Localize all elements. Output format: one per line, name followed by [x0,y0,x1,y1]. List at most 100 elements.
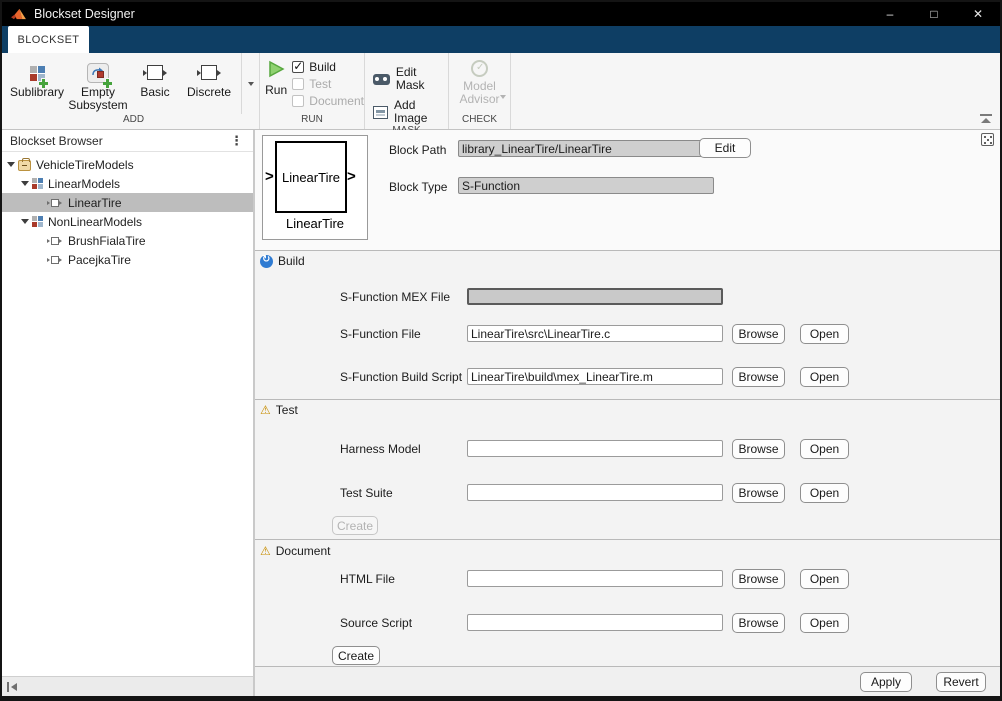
sfunction-build-script-field[interactable] [467,368,723,385]
tree-item-brushfialatire[interactable]: BrushFialaTire [2,231,253,250]
run-button[interactable]: Run [260,53,292,114]
library-icon [18,160,31,171]
edit-block-path-button[interactable]: Edit [699,138,751,158]
checkbox-label: Test [309,77,331,91]
image-icon [373,106,388,119]
source-script-field[interactable] [467,614,723,631]
test-suite-field[interactable] [467,484,723,501]
test-section-title: Test [276,403,298,417]
discrete-block-icon [196,60,222,86]
input-port-icon: > [265,168,274,185]
test-suite-open-button[interactable]: Open [800,483,849,503]
test-create-button: Create [332,516,378,535]
harness-model-open-button[interactable]: Open [800,439,849,459]
ribbon-section-add: Sublibrary Empty Subsystem Basic [8,53,260,129]
scroll-to-start-icon[interactable] [7,682,18,692]
test-checkbox: Test [292,77,364,91]
caret-down-icon[interactable] [7,162,15,167]
tree-item-label: PacejkaTire [66,253,131,267]
build-script-open-button[interactable]: Open [800,367,849,387]
html-file-browse-button[interactable]: Browse [732,569,785,589]
tree-item-lineartire[interactable]: LinearTire [2,193,253,212]
tree-item-label: LinearModels [46,177,120,191]
model-advisor-label: Model Advisor [454,80,506,106]
html-file-field[interactable] [467,570,723,587]
plus-badge-icon [39,79,48,88]
add-sublibrary-button[interactable]: Sublibrary [8,53,66,114]
block-properties-panel: LinearTire > > LinearTire Block Path Edi… [255,130,1000,696]
tree-item-pacejkatire[interactable]: PacejkaTire [2,250,253,269]
properties-footer: Apply Revert [255,666,1000,696]
block-header-area: LinearTire > > LinearTire Block Path Edi… [255,130,1000,250]
add-empty-subsystem-button[interactable]: Empty Subsystem [66,53,130,114]
tree-item-linearmodels[interactable]: LinearModels [2,174,253,193]
sfunction-file-label: S-Function File [340,327,421,341]
sfunction-mex-file-label: S-Function MEX File [340,290,450,304]
matlab-logo-icon [11,8,26,21]
kebab-menu-icon[interactable]: ⋮ [230,136,243,146]
ribbon-section-run: Run Build Test Document [260,53,365,129]
block-path-label: Block Path [389,143,446,157]
add-discrete-button[interactable]: Discrete [180,53,238,114]
tree-item-vehicletiremodels[interactable]: VehicleTireModels [2,155,253,174]
apply-button[interactable]: Apply [860,672,912,692]
sublibrary-icon [30,60,45,86]
build-section: Build S-Function MEX File S-Function Fil… [255,250,1000,399]
close-button[interactable]: ✕ [956,2,1000,26]
build-checkbox[interactable]: Build [292,60,364,74]
chevron-down-icon [500,95,506,99]
revert-button[interactable]: Revert [936,672,986,692]
sublibrary-icon [32,178,43,189]
source-script-open-button[interactable]: Open [800,613,849,633]
harness-model-browse-button[interactable]: Browse [732,439,785,459]
caret-down-icon[interactable] [21,219,29,224]
test-suite-browse-button[interactable]: Browse [732,483,785,503]
ribbon-section-label: ADD [8,114,259,129]
tree-item-nonlinearmodels[interactable]: NonLinearModels [2,212,253,231]
main-area: Blockset Browser ⋮ VehicleTireModels Lin… [2,130,1000,696]
browser-header: Blockset Browser ⋮ [2,130,253,152]
sfunction-file-field[interactable] [467,325,723,342]
caret-down-icon[interactable] [21,181,29,186]
add-item-label: Basic [140,86,169,99]
block-preview: LinearTire > > LinearTire [262,135,368,240]
browser-title: Blockset Browser [10,134,230,148]
add-item-label: Sublibrary [10,86,64,99]
checkbox-label: Document [309,94,364,108]
document-create-button[interactable]: Create [332,646,380,665]
output-port-icon: > [347,168,356,185]
empty-subsystem-icon [87,60,109,86]
tree-item-label: BrushFialaTire [66,234,146,248]
sfunction-file-browse-button[interactable]: Browse [732,324,785,344]
sfunction-mex-file-field [467,288,723,305]
add-image-button[interactable]: Add Image [373,99,448,125]
harness-model-field[interactable] [467,440,723,457]
build-section-title: Build [278,254,305,268]
mask-item-label: Add Image [394,99,448,125]
harness-model-label: Harness Model [340,442,421,456]
expand-panel-icon[interactable] [981,133,994,146]
block-preview-text: LinearTire [282,170,340,185]
collapse-ribbon-icon[interactable] [980,114,992,124]
document-checkbox: Document [292,94,364,108]
maximize-button[interactable]: □ [912,2,956,26]
test-suite-label: Test Suite [340,486,393,500]
app-window: Blockset Designer – □ ✕ BLOCKSET Sublibr… [0,0,1002,701]
ribbon-section-check: Model Advisor CHECK [449,53,511,129]
edit-mask-button[interactable]: Edit Mask [373,66,448,92]
document-section: Document HTML File Browse Open Source Sc… [255,539,1000,666]
browser-horizontal-scrollbar[interactable] [2,676,253,696]
source-script-browse-button[interactable]: Browse [732,613,785,633]
sfunction-file-open-button[interactable]: Open [800,324,849,344]
basic-block-icon [142,60,168,86]
add-basic-button[interactable]: Basic [130,53,180,114]
block-icon [47,198,63,208]
minimize-button[interactable]: – [868,2,912,26]
add-gallery-dropdown-button[interactable] [241,53,259,114]
html-file-open-button[interactable]: Open [800,569,849,589]
tab-blockset[interactable]: BLOCKSET [8,26,89,53]
model-advisor-button: Model Advisor [449,53,510,114]
build-script-browse-button[interactable]: Browse [732,367,785,387]
mask-item-label: Edit Mask [396,66,448,92]
tree-item-label: VehicleTireModels [34,158,134,172]
